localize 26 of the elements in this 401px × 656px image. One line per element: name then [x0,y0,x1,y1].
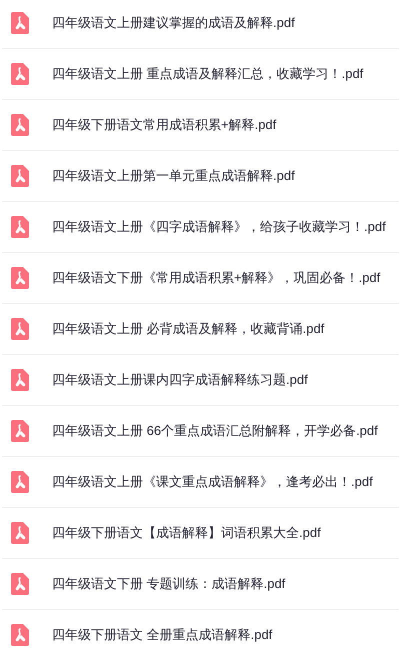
pdf-file-icon [11,165,29,187]
pdf-file-icon [11,12,29,34]
file-name-link[interactable]: 四年级语文上册课内四字成语解释练习题.pdf [52,370,308,390]
file-name-link[interactable]: 四年级语文上册第一单元重点成语解释.pdf [52,166,295,186]
file-name-link[interactable]: 四年级语文上册 66个重点成语汇总附解释，开学必备.pdf [52,421,378,441]
file-name-link[interactable]: 四年级下册语文【成语解释】词语积累大全.pdf [52,523,321,543]
pdf-file-icon [11,522,29,544]
file-name-link[interactable]: 四年级语文上册 必背成语及解释，收藏背诵.pdf [52,319,324,339]
file-name-link[interactable]: 四年级语文上册 重点成语及解释汇总，收藏学习！.pdf [52,64,364,84]
pdf-file-icon [11,471,29,493]
pdf-file-icon [11,573,29,595]
pdf-file-icon [11,318,29,340]
pdf-file-icon [11,63,29,85]
pdf-file-icon [11,267,29,289]
file-name-link[interactable]: 四年级语文下册《常用成语积累+解释》，巩固必备！.pdf [52,268,380,288]
file-name-link[interactable]: 四年级语文下册 专题训练：成语解释.pdf [52,574,286,594]
file-name-link[interactable]: 四年级下册语文常用成语积累+解释.pdf [52,115,276,135]
pdf-file-icon [11,369,29,391]
pdf-file-icon [11,420,29,442]
pdf-file-icon [11,216,29,238]
file-name-link[interactable]: 四年级语文上册《四字成语解释》，给孩子收藏学习！.pdf [52,217,386,237]
file-name-link[interactable]: 四年级语文上册《课文重点成语解释》，逢考必出！.pdf [52,472,373,492]
pdf-file-icon [11,624,29,646]
file-name-link[interactable]: 四年级语文上册建议掌握的成语及解释.pdf [52,13,295,33]
pdf-file-icon [11,114,29,136]
file-name-link[interactable]: 四年级下册语文 全册重点成语解释.pdf [52,625,272,645]
